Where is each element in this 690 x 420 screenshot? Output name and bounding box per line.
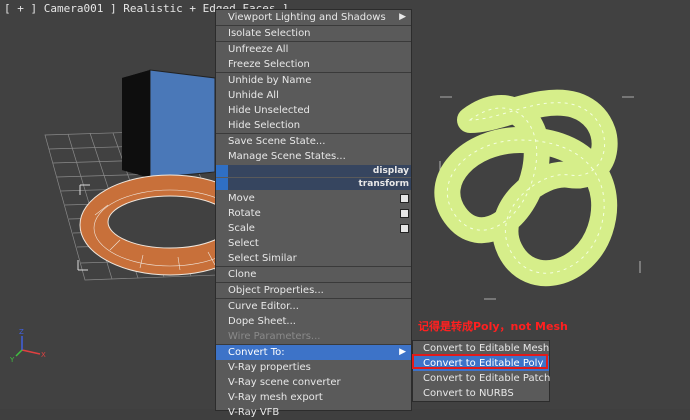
menu-item-isolate-selection[interactable]: Isolate Selection — [216, 25, 411, 41]
options-box-icon[interactable] — [400, 209, 409, 218]
annotation-note: 记得是转成Poly，not Mesh — [418, 320, 568, 333]
menu-item-label: Convert to Editable Patch — [423, 373, 551, 384]
menu-item-save-scene-state[interactable]: Save Scene State... — [216, 133, 411, 149]
menu-item-label: V-Ray scene converter — [228, 377, 341, 388]
blue-box — [122, 69, 216, 179]
menu-item-label: Isolate Selection — [228, 28, 311, 39]
menu-item-dope-sheet[interactable]: Dope Sheet... — [216, 314, 411, 329]
menu-item-scale[interactable]: Scale — [216, 221, 411, 236]
torus-knot — [434, 89, 641, 300]
menu-item-hide-unselected[interactable]: Hide Unselected — [216, 103, 411, 118]
menu-item-move[interactable]: Move — [216, 191, 411, 206]
menu-item-manage-scene-states[interactable]: Manage Scene States... — [216, 149, 411, 164]
axis-x-label: X — [41, 351, 46, 359]
quad-header-display[interactable]: display — [216, 165, 411, 177]
menu-item-vray-vfb[interactable]: V-Ray VFB — [216, 405, 411, 420]
menu-item-label: Unhide All — [228, 90, 279, 101]
menu-item-label: Wire Parameters... — [228, 331, 321, 342]
menu-item-label: V-Ray mesh export — [228, 392, 323, 403]
menu-item-wire-parameters: Wire Parameters... — [216, 329, 411, 344]
menu-item-label: Select — [228, 238, 259, 249]
menu-item-convert-to[interactable]: Convert To: ▶ — [216, 344, 411, 360]
menu-item-vray-scene-converter[interactable]: V-Ray scene converter — [216, 375, 411, 390]
menu-item-unhide-by-name[interactable]: Unhide by Name — [216, 72, 411, 88]
axis-y-label: Y — [9, 356, 15, 364]
menu-item-label: Object Properties... — [228, 285, 324, 296]
menu-item-label: Move — [228, 193, 255, 204]
menu-item-object-properties[interactable]: Object Properties... — [216, 282, 411, 298]
submenu-arrow-icon: ▶ — [399, 347, 406, 357]
menu-item-label: Unfreeze All — [228, 44, 289, 55]
menu-item-label: Select Similar — [228, 253, 297, 264]
menu-item-label: Rotate — [228, 208, 261, 219]
menu-item-vray-mesh-export[interactable]: V-Ray mesh export — [216, 390, 411, 405]
quad-menu: Viewport Lighting and Shadows ▶ Isolate … — [215, 9, 412, 418]
convert-to-submenu: Convert to Editable Mesh Convert to Edit… — [412, 340, 550, 402]
menu-item-label: Clone — [228, 269, 257, 280]
menu-item-select[interactable]: Select — [216, 236, 411, 251]
menu-item-label: V-Ray properties — [228, 362, 311, 373]
menu-item-convert-editable-patch[interactable]: Convert to Editable Patch — [413, 371, 551, 386]
menu-item-rotate[interactable]: Rotate — [216, 206, 411, 221]
options-box-icon[interactable] — [400, 194, 409, 203]
menu-item-freeze-selection[interactable]: Freeze Selection — [216, 57, 411, 72]
menu-item-label: Hide Unselected — [228, 105, 310, 116]
menu-item-label: Manage Scene States... — [228, 151, 346, 162]
menu-item-viewport-lighting[interactable]: Viewport Lighting and Shadows ▶ — [216, 10, 411, 25]
axis-z-label: Z — [19, 328, 24, 336]
menu-item-clone[interactable]: Clone — [216, 266, 411, 282]
menu-item-select-similar[interactable]: Select Similar — [216, 251, 411, 266]
annotation-highlight-box — [412, 354, 548, 369]
axis-tripod — [15, 336, 41, 357]
menu-item-label: Convert to NURBS — [423, 388, 514, 399]
quad-header-transform[interactable]: transform — [216, 178, 411, 190]
menu-item-label: Viewport Lighting and Shadows — [228, 12, 386, 23]
menu-item-label: Curve Editor... — [228, 301, 299, 312]
menu-item-unfreeze-all[interactable]: Unfreeze All — [216, 41, 411, 57]
menu-item-label: Scale — [228, 223, 255, 234]
menu-item-label: Hide Selection — [228, 120, 301, 131]
menu-item-convert-nurbs[interactable]: Convert to NURBS — [413, 386, 549, 401]
menu-item-label: Save Scene State... — [228, 136, 326, 147]
menu-item-label: Unhide by Name — [228, 75, 312, 86]
menu-item-curve-editor[interactable]: Curve Editor... — [216, 298, 411, 314]
menu-item-label: Dope Sheet... — [228, 316, 296, 327]
options-box-icon[interactable] — [400, 224, 409, 233]
menu-item-hide-selection[interactable]: Hide Selection — [216, 118, 411, 133]
menu-item-vray-properties[interactable]: V-Ray properties — [216, 360, 411, 375]
menu-item-unhide-all[interactable]: Unhide All — [216, 88, 411, 103]
menu-item-label: Convert To: — [228, 347, 285, 358]
menu-item-label: Freeze Selection — [228, 59, 310, 70]
submenu-arrow-icon: ▶ — [399, 12, 406, 22]
menu-item-label: Convert to Editable Mesh — [423, 343, 550, 354]
